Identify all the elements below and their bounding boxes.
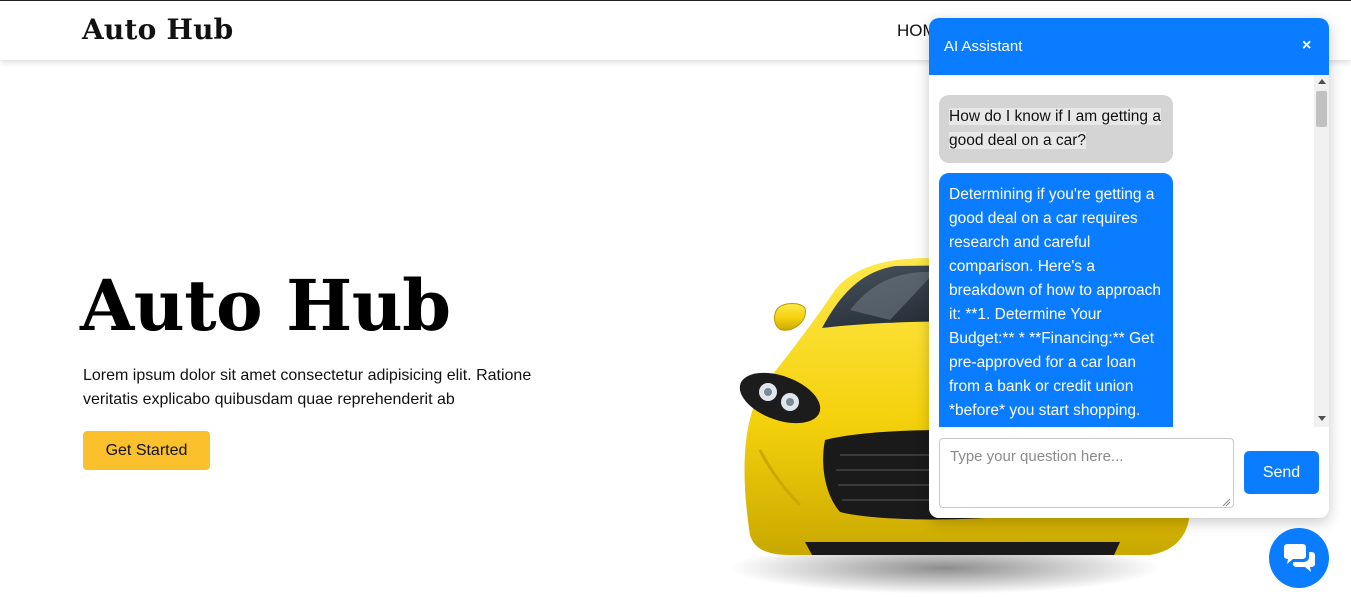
- chat-title: AI Assistant: [944, 38, 1023, 55]
- user-message-text: How do I know if I am getting a good dea…: [949, 108, 1161, 149]
- question-input[interactable]: [939, 438, 1234, 508]
- close-icon[interactable]: ×: [1302, 37, 1311, 55]
- assistant-message: Determining if you're getting a good dea…: [939, 173, 1173, 427]
- get-started-button[interactable]: Get Started: [83, 431, 210, 470]
- chat-toggle-button[interactable]: [1269, 528, 1329, 588]
- chat-messages[interactable]: How do I know if I am getting a good dea…: [929, 75, 1314, 427]
- hero-title: Auto Hub: [80, 264, 451, 347]
- user-message: How do I know if I am getting a good dea…: [939, 95, 1173, 163]
- resize-grip-icon[interactable]: [1222, 498, 1230, 506]
- brand-logo[interactable]: Auto Hub: [82, 13, 233, 46]
- send-button[interactable]: Send: [1244, 451, 1319, 494]
- chat-input-area: Send: [929, 427, 1329, 518]
- chat-header: AI Assistant ×: [929, 18, 1329, 75]
- chat-widget: AI Assistant × How do I know if I am get…: [929, 18, 1329, 518]
- scroll-down-arrow-icon[interactable]: [1318, 416, 1326, 421]
- hero-description: Lorem ipsum dolor sit amet consectetur a…: [83, 367, 532, 408]
- scrollbar-thumb[interactable]: [1316, 91, 1327, 127]
- chat-scrollbar[interactable]: [1314, 75, 1329, 427]
- scroll-up-arrow-icon[interactable]: [1318, 79, 1326, 84]
- chat-bubbles-icon: [1284, 544, 1315, 572]
